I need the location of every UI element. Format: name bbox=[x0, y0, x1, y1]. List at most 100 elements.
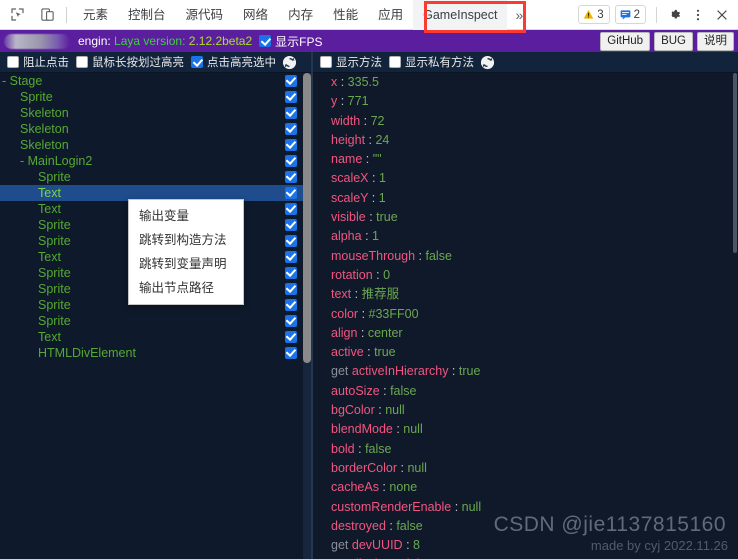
property-row[interactable]: get devUUID : 8 bbox=[313, 536, 732, 555]
tab-elements[interactable]: 元素 bbox=[73, 0, 118, 30]
more-tabs-icon[interactable]: » bbox=[507, 7, 531, 23]
message-badge[interactable]: 2 bbox=[614, 5, 646, 24]
inspect-element-icon[interactable] bbox=[4, 2, 30, 28]
tree-node-visibility-checkbox[interactable] bbox=[285, 267, 297, 279]
property-row[interactable]: scaleX : 1 bbox=[313, 169, 732, 188]
property-row[interactable]: name : "" bbox=[313, 150, 732, 169]
property-row[interactable]: borderColor : null bbox=[313, 459, 732, 478]
tree-node-visibility-checkbox[interactable] bbox=[285, 347, 297, 359]
context-menu-item-1[interactable]: 跳转到构造方法 bbox=[129, 228, 243, 252]
show-fps-label: 显示FPS bbox=[275, 34, 323, 49]
show-methods-checkbox[interactable] bbox=[320, 56, 332, 68]
device-toolbar-icon[interactable] bbox=[34, 2, 60, 28]
tab-gameinspect[interactable]: GameInspect bbox=[413, 0, 508, 30]
tree-node-visibility-checkbox[interactable] bbox=[285, 283, 297, 295]
tab-network[interactable]: 网络 bbox=[233, 0, 278, 30]
property-row[interactable]: text : 推荐服 bbox=[313, 285, 732, 304]
tree-node-3[interactable]: Skeleton bbox=[0, 121, 303, 137]
property-value: true bbox=[374, 345, 396, 360]
tree-node-visibility-checkbox[interactable] bbox=[285, 187, 297, 199]
property-row[interactable]: active : true bbox=[313, 343, 732, 362]
bug-button[interactable]: BUG bbox=[654, 31, 693, 51]
option-click-select[interactable]: 点击高亮选中 bbox=[191, 54, 276, 70]
display-tree-panel[interactable]: - Stage Sprite Skeleton Skeleton Skeleton - M… bbox=[0, 73, 303, 559]
property-row[interactable]: get displayHeight : 24 bbox=[313, 555, 732, 559]
property-row[interactable]: y : 771 bbox=[313, 92, 732, 111]
property-row[interactable]: visible : true bbox=[313, 208, 732, 227]
tree-node-visibility-checkbox[interactable] bbox=[285, 91, 297, 103]
tree-node-17[interactable]: HTMLDivElement bbox=[0, 345, 303, 361]
properties-panel[interactable]: x : 335.5 y : 771 width : 72 height : 24 nam… bbox=[313, 73, 732, 559]
tree-node-visibility-checkbox[interactable] bbox=[285, 331, 297, 343]
property-row[interactable]: mouseThrough : false bbox=[313, 247, 732, 266]
property-row[interactable]: autoSize : false bbox=[313, 382, 732, 401]
property-row[interactable]: scaleY : 1 bbox=[313, 189, 732, 208]
context-menu-item-0[interactable]: 输出变量 bbox=[129, 204, 243, 228]
property-row[interactable]: x : 335.5 bbox=[313, 73, 732, 92]
click-select-checkbox[interactable] bbox=[191, 56, 203, 68]
property-row[interactable]: customRenderEnable : null bbox=[313, 498, 732, 517]
tree-node-16[interactable]: Text bbox=[0, 329, 303, 345]
property-row[interactable]: color : #33FF00 bbox=[313, 305, 732, 324]
tab-memory[interactable]: 内存 bbox=[278, 0, 323, 30]
option-show-methods[interactable]: 显示方法 bbox=[320, 54, 382, 70]
properties-scrollbar-thumb[interactable] bbox=[733, 73, 737, 253]
tree-node-visibility-checkbox[interactable] bbox=[285, 235, 297, 247]
context-menu-item-2[interactable]: 跳转到变量声明 bbox=[129, 252, 243, 276]
tab-application[interactable]: 应用 bbox=[368, 0, 413, 30]
context-menu-item-3[interactable]: 输出节点路径 bbox=[129, 276, 243, 300]
tree-node-visibility-checkbox[interactable] bbox=[285, 315, 297, 327]
tab-performance[interactable]: 性能 bbox=[323, 0, 368, 30]
option-block-click[interactable]: 阻止点击 bbox=[7, 54, 69, 70]
gear-icon[interactable] bbox=[662, 3, 686, 27]
property-row[interactable]: cacheAs : none bbox=[313, 478, 732, 497]
property-row[interactable]: get activeInHierarchy : true bbox=[313, 362, 732, 381]
close-icon[interactable] bbox=[710, 3, 734, 27]
tree-node-visibility-checkbox[interactable] bbox=[285, 75, 297, 87]
tree-node-visibility-checkbox[interactable] bbox=[285, 139, 297, 151]
property-separator: : bbox=[392, 422, 404, 437]
tree-node-visibility-checkbox[interactable] bbox=[285, 123, 297, 135]
tree-node-1[interactable]: Sprite bbox=[0, 89, 303, 105]
option-hover-highlight[interactable]: 鼠标长按划过高亮 bbox=[76, 54, 184, 70]
tree-node-visibility-checkbox[interactable] bbox=[285, 203, 297, 215]
tree-node-0[interactable]: - Stage bbox=[0, 73, 303, 89]
tree-node-visibility-checkbox[interactable] bbox=[285, 251, 297, 263]
tab-console[interactable]: 控制台 bbox=[118, 0, 176, 30]
tree-node-4[interactable]: Skeleton bbox=[0, 137, 303, 153]
property-row[interactable]: align : center bbox=[313, 324, 732, 343]
tree-node-5[interactable]: - MainLogin2 bbox=[0, 153, 303, 169]
properties-scrollbar[interactable] bbox=[732, 73, 738, 559]
option-show-private-methods[interactable]: 显示私有方法 bbox=[389, 54, 474, 70]
github-button[interactable]: GitHub bbox=[600, 31, 651, 51]
tree-node-visibility-checkbox[interactable] bbox=[285, 299, 297, 311]
tree-node-visibility-checkbox[interactable] bbox=[285, 107, 297, 119]
property-row[interactable]: bold : false bbox=[313, 440, 732, 459]
refresh-icon[interactable] bbox=[282, 55, 297, 70]
tree-node-visibility-checkbox[interactable] bbox=[285, 219, 297, 231]
tree-node-2[interactable]: Skeleton bbox=[0, 105, 303, 121]
tree-node-15[interactable]: Sprite bbox=[0, 313, 303, 329]
tree-node-visibility-checkbox[interactable] bbox=[285, 171, 297, 183]
refresh-properties-icon[interactable] bbox=[480, 55, 495, 70]
warning-badge[interactable]: 3 bbox=[578, 5, 610, 24]
property-row[interactable]: blendMode : null bbox=[313, 420, 732, 439]
block-click-checkbox[interactable] bbox=[7, 56, 19, 68]
more-vertical-icon[interactable] bbox=[686, 3, 710, 27]
tree-node-visibility-checkbox[interactable] bbox=[285, 155, 297, 167]
tree-node-6[interactable]: Sprite bbox=[0, 169, 303, 185]
property-row[interactable]: destroyed : false bbox=[313, 517, 732, 536]
tree-scrollbar-thumb[interactable] bbox=[303, 73, 311, 363]
help-button[interactable]: 说明 bbox=[697, 31, 734, 51]
property-row[interactable]: width : 72 bbox=[313, 112, 732, 131]
property-row[interactable]: height : 24 bbox=[313, 131, 732, 150]
tree-scrollbar[interactable] bbox=[303, 73, 311, 559]
property-row[interactable]: alpha : 1 bbox=[313, 227, 732, 246]
property-row[interactable]: rotation : 0 bbox=[313, 266, 732, 285]
tab-sources[interactable]: 源代码 bbox=[176, 0, 234, 30]
show-private-methods-checkbox[interactable] bbox=[389, 56, 401, 68]
show-fps-toggle[interactable]: 显示FPS bbox=[259, 33, 323, 50]
property-row[interactable]: bgColor : null bbox=[313, 401, 732, 420]
hover-highlight-checkbox[interactable] bbox=[76, 56, 88, 68]
show-fps-checkbox[interactable] bbox=[259, 35, 272, 47]
